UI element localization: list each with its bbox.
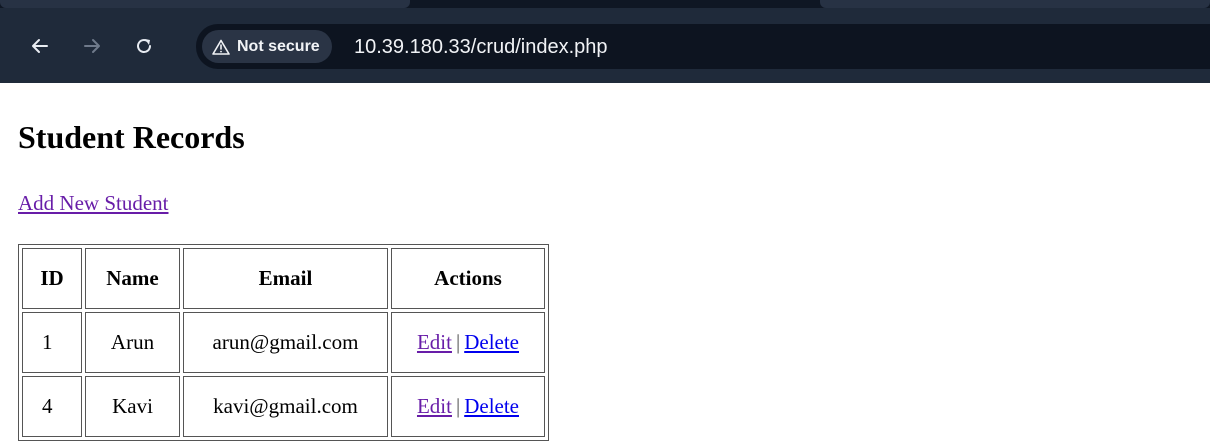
reload-button[interactable] [128, 30, 160, 62]
cell-email: arun@gmail.com [183, 312, 388, 373]
header-id: ID [22, 248, 82, 309]
header-name: Name [85, 248, 180, 309]
page-content: Student Records Add New Student ID Name … [0, 83, 1210, 441]
back-button[interactable] [24, 30, 56, 62]
table-row: 1 Arun arun@gmail.com Edit | Delete [22, 312, 545, 373]
forward-arrow-icon [84, 39, 100, 53]
header-actions: Actions [391, 248, 545, 309]
cell-actions: Edit | Delete [391, 312, 545, 373]
table-row: 4 Kavi kavi@gmail.com Edit | Delete [22, 376, 545, 437]
cell-id: 4 [22, 376, 82, 437]
cell-actions: Edit | Delete [391, 376, 545, 437]
cell-name: Arun [85, 312, 180, 373]
address-bar[interactable]: Not secure 10.39.180.33/crud/index.php [196, 24, 1210, 69]
tab-strip [0, 0, 1210, 8]
header-email: Email [183, 248, 388, 309]
page-title: Student Records [18, 119, 245, 155]
security-label: Not secure [237, 37, 320, 55]
security-indicator[interactable]: Not secure [202, 30, 332, 63]
action-separator: | [455, 330, 461, 354]
cell-email: kavi@gmail.com [183, 376, 388, 437]
student-records-table: ID Name Email Actions 1 Arun arun@gmail.… [18, 244, 549, 441]
cell-id: 1 [22, 312, 82, 373]
delete-link[interactable]: Delete [464, 394, 519, 418]
back-arrow-icon [32, 39, 48, 53]
reload-icon [137, 39, 151, 53]
action-separator: | [455, 394, 461, 418]
add-new-student-link[interactable]: Add New Student [18, 190, 169, 216]
tab-edge[interactable] [0, 0, 410, 8]
url-text[interactable]: 10.39.180.33/crud/index.php [354, 35, 608, 59]
tab-edge[interactable] [820, 0, 1210, 8]
warning-icon [212, 39, 230, 55]
table-header-row: ID Name Email Actions [22, 248, 545, 309]
edit-link[interactable]: Edit [417, 330, 452, 354]
edit-link[interactable]: Edit [417, 394, 452, 418]
delete-link[interactable]: Delete [464, 330, 519, 354]
browser-toolbar: Not secure 10.39.180.33/crud/index.php [0, 0, 1210, 83]
cell-name: Kavi [85, 376, 180, 437]
forward-button[interactable] [76, 30, 108, 62]
